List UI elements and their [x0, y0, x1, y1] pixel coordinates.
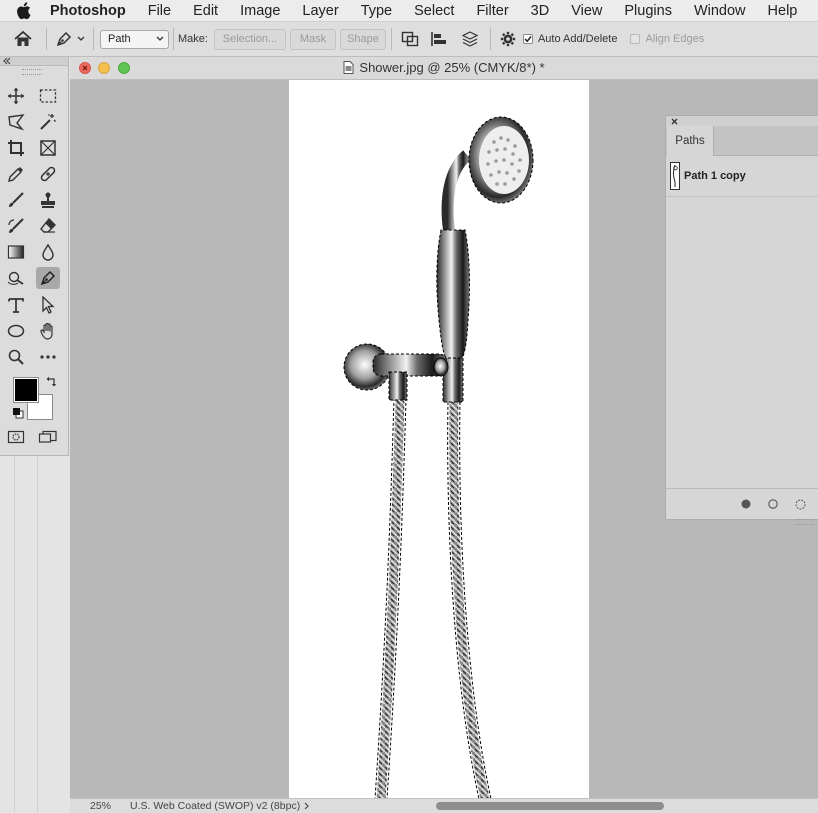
tools-panel [0, 57, 69, 456]
path-operations-icon[interactable] [398, 31, 422, 47]
options-bar: Path Make: Selection... Mask Shape Auto … [0, 22, 818, 57]
separator [173, 28, 174, 50]
chevron-down-icon[interactable] [75, 36, 87, 42]
separator [390, 28, 392, 50]
path-thumbnail-icon [673, 164, 678, 187]
pen-tool-icon[interactable] [53, 30, 75, 48]
grip-icon[interactable] [22, 69, 42, 75]
menu-view[interactable]: View [560, 3, 613, 19]
lasso-tool-icon[interactable] [4, 111, 28, 133]
path-thumbnail [670, 162, 680, 190]
clone-stamp-icon[interactable] [36, 189, 60, 211]
chevron-right-icon[interactable] [304, 802, 309, 810]
paths-panel: Paths Path 1 copy [665, 115, 818, 525]
default-colors-icon[interactable] [12, 407, 24, 419]
move-tool-icon[interactable] [4, 85, 28, 107]
path-alignment-icon[interactable] [422, 31, 456, 47]
path-list-item[interactable]: Path 1 copy [666, 156, 818, 197]
document-icon [343, 61, 354, 74]
separator [93, 28, 94, 50]
hand-tool-icon[interactable] [36, 320, 60, 342]
tools-panel-header[interactable] [0, 57, 68, 66]
home-icon[interactable] [10, 31, 36, 47]
document-title-text: Shower.jpg @ 25% (CMYK/8*) * [359, 60, 545, 75]
make-label: Make: [178, 33, 208, 45]
separator [489, 28, 491, 50]
menu-select[interactable]: Select [403, 3, 465, 19]
type-tool-icon[interactable] [4, 294, 28, 316]
path-arrangement-icon[interactable] [456, 30, 484, 48]
auto-add-delete-checkbox[interactable] [522, 34, 533, 44]
auto-add-delete-label: Auto Add/Delete [537, 33, 618, 45]
magic-wand-icon[interactable] [36, 111, 60, 133]
collapse-panel-icon[interactable] [2, 57, 12, 65]
mode-select-value: Path [108, 33, 131, 45]
pen-tool-icon[interactable] [36, 267, 60, 289]
document-canvas[interactable] [289, 80, 589, 799]
divider [14, 452, 15, 812]
menu-plugins[interactable]: Plugins [613, 3, 683, 19]
status-bar: 25% U.S. Web Coated (SWOP) v2 (8bpc) [70, 798, 818, 813]
load-selection-icon[interactable] [795, 499, 806, 510]
make-shape-button[interactable]: Shape [339, 28, 386, 50]
checkmark-icon [524, 36, 532, 43]
eraser-icon[interactable] [36, 215, 60, 237]
color-profile-info[interactable]: U.S. Web Coated (SWOP) v2 (8bpc) [130, 800, 300, 812]
quick-mask-icon[interactable] [4, 426, 28, 448]
eyedropper-icon[interactable] [4, 163, 28, 185]
menu-help[interactable]: Help [757, 3, 809, 19]
zoom-level[interactable]: 25% [90, 800, 111, 812]
menu-bar: Photoshop File Edit Image Layer Type Sel… [0, 0, 818, 22]
document-title: Shower.jpg @ 25% (CMYK/8*) * [70, 60, 818, 75]
path-name[interactable]: Path 1 copy [684, 170, 746, 182]
resize-grip-icon[interactable] [796, 519, 814, 525]
paths-panel-tabs: Paths [666, 126, 818, 156]
menu-file[interactable]: File [137, 3, 182, 19]
divider [37, 452, 38, 812]
document-title-bar[interactable]: Shower.jpg @ 25% (CMYK/8*) * [70, 57, 818, 80]
swap-colors-icon[interactable] [44, 374, 58, 388]
menu-window[interactable]: Window [683, 3, 757, 19]
dodge-tool-icon[interactable] [4, 267, 28, 289]
menu-edit[interactable]: Edit [182, 3, 229, 19]
separator [46, 28, 47, 50]
menu-app-photoshop[interactable]: Photoshop [50, 3, 137, 19]
align-edges-label: Align Edges [645, 33, 705, 45]
crop-tool-icon[interactable] [4, 137, 28, 159]
gradient-tool-icon[interactable] [4, 241, 28, 263]
marquee-tool-icon[interactable] [36, 85, 60, 107]
history-brush-icon[interactable] [4, 215, 28, 237]
align-edges-checkbox[interactable] [630, 34, 641, 44]
horizontal-scrollbar[interactable] [436, 802, 664, 810]
make-selection-button[interactable]: Selection... [213, 28, 286, 50]
menu-3d[interactable]: 3D [520, 3, 561, 19]
menu-filter[interactable]: Filter [465, 3, 519, 19]
menu-image[interactable]: Image [229, 3, 291, 19]
more-tools-icon[interactable] [36, 346, 60, 368]
mode-select[interactable]: Path [100, 29, 169, 49]
paths-panel-header[interactable] [666, 116, 818, 126]
workspace: Shower.jpg @ 25% (CMYK/8*) * 25% U.S. We… [0, 57, 818, 813]
frame-tool-icon[interactable] [36, 137, 60, 159]
path-selection-icon[interactable] [36, 294, 60, 316]
foreground-color-swatch[interactable] [13, 377, 39, 403]
close-panel-icon[interactable] [671, 118, 678, 125]
chevron-down-icon [156, 36, 164, 41]
screen-mode-icon[interactable] [36, 426, 60, 448]
make-mask-button[interactable]: Mask [289, 28, 336, 50]
tab-paths[interactable]: Paths [667, 126, 714, 156]
shower-image [343, 116, 534, 799]
fill-path-icon[interactable] [741, 499, 751, 509]
menu-type[interactable]: Type [350, 3, 403, 19]
ellipse-tool-icon[interactable] [4, 320, 28, 342]
paths-panel-footer [666, 488, 818, 519]
menu-layer[interactable]: Layer [291, 3, 349, 19]
healing-brush-icon[interactable] [36, 163, 60, 185]
gear-icon[interactable] [497, 31, 519, 47]
apple-icon[interactable] [16, 2, 34, 19]
brush-tool-icon[interactable] [4, 189, 28, 211]
zoom-tool-icon[interactable] [4, 346, 28, 368]
stroke-path-icon[interactable] [768, 499, 778, 509]
blur-tool-icon[interactable] [36, 241, 60, 263]
